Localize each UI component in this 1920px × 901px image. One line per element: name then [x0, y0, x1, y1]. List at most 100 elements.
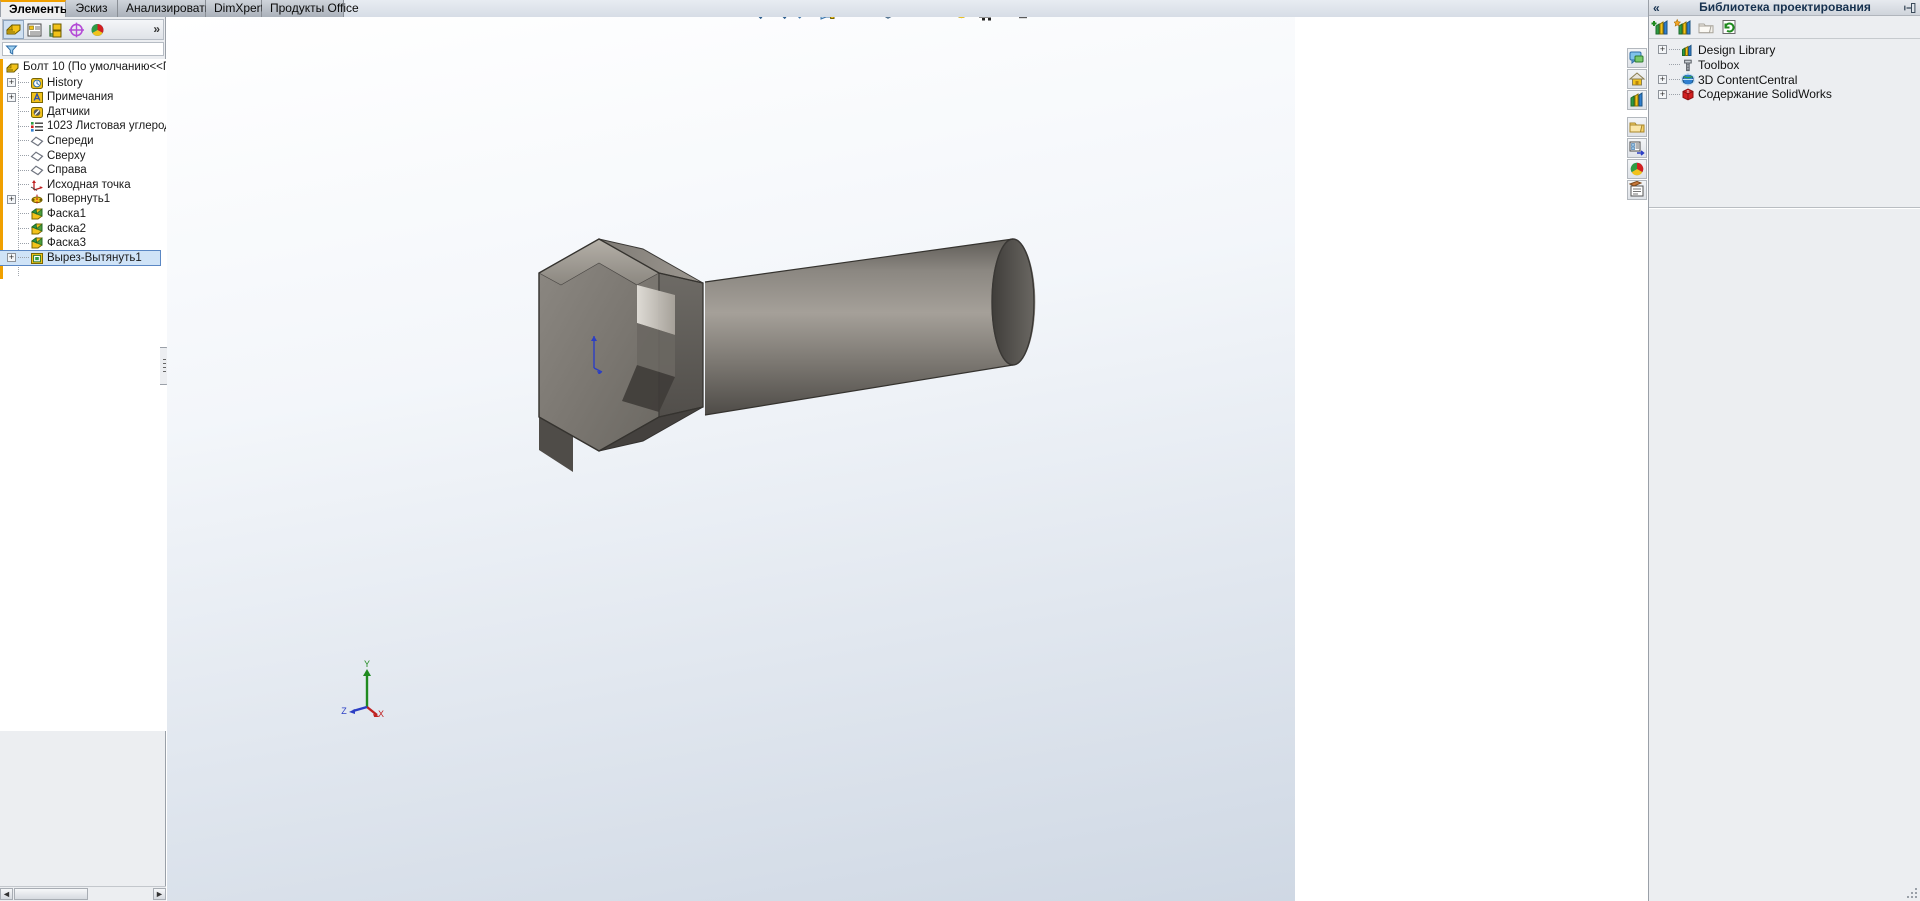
add-file-location-icon: [1673, 18, 1691, 35]
feature-tree-item-label: Фаска2: [47, 222, 86, 235]
feature-tree-item[interactable]: Исходная точка: [0, 178, 166, 193]
feature-tree-item[interactable]: + Повернуть1: [0, 192, 166, 207]
feature-tree-item[interactable]: Спереди: [0, 134, 166, 149]
design-library-tree-item[interactable]: +3D ContentCentral: [1649, 72, 1920, 87]
tree-connector: [18, 257, 29, 259]
origin-icon: [30, 179, 44, 191]
tree-connector: [1669, 64, 1680, 66]
feature-tree-item-label: Фаска1: [47, 207, 86, 220]
task-pane-appearances-button[interactable]: [1627, 159, 1647, 179]
feature-tree-item[interactable]: + History: [0, 76, 166, 91]
scroll-right-arrow[interactable]: ►: [153, 888, 166, 900]
expand-toggle[interactable]: +: [1658, 89, 1667, 99]
expand-toggle[interactable]: +: [7, 92, 16, 102]
create-new-folder-button[interactable]: [1697, 18, 1716, 37]
command-manager-tab-5[interactable]: Продукты Office: [262, 0, 359, 17]
feature-tree-horizontal-scrollbar[interactable]: ◄ ►: [0, 886, 166, 901]
triad-x-label: X: [378, 709, 384, 717]
design-library-tree-item[interactable]: + Design Library: [1649, 42, 1920, 57]
design-library-item-label: Design Library: [1698, 42, 1776, 57]
add-to-library-button[interactable]: [1651, 18, 1670, 37]
bolt-3d-model[interactable]: [167, 17, 1295, 901]
task-pane-design-library-button[interactable]: [1627, 90, 1647, 110]
feature-manager-design-tree[interactable]: Болт 10 (По умолчанию<<По у + History + Прим…: [0, 59, 166, 731]
configuration-manager-tab[interactable]: [45, 20, 66, 39]
feature-tree-item[interactable]: Фаска3: [0, 236, 166, 251]
feature-tree-filter-input[interactable]: [2, 42, 164, 56]
feature-tree-item-label: Фаска3: [47, 237, 86, 250]
feature-tree-item[interactable]: Сверху: [0, 149, 166, 164]
command-manager-tab-3[interactable]: Анализировать: [118, 0, 211, 17]
design-library-tree-item[interactable]: + S Содержание SolidWorks: [1649, 86, 1920, 101]
triad-y-label: Y: [364, 659, 370, 669]
design-library-tree-item[interactable]: Toolbox: [1649, 57, 1920, 72]
task-pane-file-explorer-button[interactable]: [1627, 117, 1647, 137]
property-manager-tab[interactable]: [24, 20, 45, 39]
tree-connector: [1669, 93, 1680, 95]
expand-toggle[interactable]: +: [1658, 45, 1667, 55]
plane-icon: [30, 135, 44, 147]
refresh-library-button[interactable]: [1720, 18, 1739, 37]
tree-connector: [1669, 49, 1680, 51]
dimxpert-manager-tab[interactable]: [66, 20, 87, 39]
design-library-item-label: 3D ContentCentral: [1698, 72, 1798, 87]
view-palette-icon: [1629, 141, 1645, 156]
new-folder-icon: [1698, 23, 1714, 34]
task-pane-custom-properties-button[interactable]: [1627, 180, 1647, 200]
task-pane-view-palette-button[interactable]: [1627, 138, 1647, 158]
add-file-location-button[interactable]: [1673, 18, 1693, 37]
tree-connector: [18, 213, 29, 215]
expand-toggle[interactable]: +: [1658, 74, 1667, 84]
scrollbar-thumb[interactable]: [14, 888, 88, 900]
graphics-area[interactable]: Y X Z: [167, 17, 1295, 901]
expand-toggle[interactable]: +: [7, 253, 16, 263]
tree-connector: [18, 155, 29, 156]
sensors-icon: [30, 106, 44, 118]
feature-tree-item[interactable]: Фаска2: [0, 222, 166, 237]
feature-tree-item[interactable]: Фаска1: [0, 207, 166, 222]
pin-icon[interactable]: [1904, 2, 1917, 14]
window-resize-grip[interactable]: [1905, 886, 1919, 900]
task-pane-tool-column: [1627, 48, 1647, 201]
command-manager-tab-strip: Элементы Эскиз Анализировать DimXpert Продук…: [0, 0, 1920, 17]
tree-connector: [18, 125, 29, 127]
feature-tree-item[interactable]: Болт 10 (По умолчанию<<По у: [0, 60, 166, 75]
expand-toggle[interactable]: +: [7, 78, 16, 87]
task-pane-solidworks-resources-button[interactable]: [1627, 48, 1647, 68]
design-library-tree[interactable]: + Design Library Toolbox +3D ContentCentral…: [1649, 40, 1920, 210]
design-library-title: Библиотека проектирования: [1699, 0, 1871, 14]
feature-tree-item-label: Справа: [47, 164, 87, 177]
feature-manager-design-tree-tab[interactable]: [3, 20, 24, 39]
part-icon: [6, 61, 20, 73]
feature-tree-item[interactable]: 1023 Листовая углеродистая: [0, 119, 166, 134]
feature-tree-item[interactable]: Датчики: [0, 105, 166, 120]
add-to-library-icon: [1651, 20, 1668, 35]
feature-tree-item-label: History: [47, 76, 83, 89]
tree-connector: [18, 82, 29, 83]
feature-tree-item[interactable]: + Примечания: [0, 90, 166, 105]
command-manager-tab-2[interactable]: Эскиз: [66, 0, 118, 17]
feature-tree-item[interactable]: Справа: [0, 163, 166, 178]
command-manager-tab-4[interactable]: DimXpert: [206, 0, 264, 17]
design-library-content-area[interactable]: [1649, 209, 1920, 901]
expand-toggle[interactable]: +: [7, 194, 16, 204]
scroll-left-arrow[interactable]: ◄: [0, 888, 13, 900]
design-library-icon: [1630, 92, 1643, 107]
annotations-icon: [30, 91, 44, 104]
svg-text:S: S: [1687, 89, 1690, 94]
extruded-cut-icon: [30, 252, 44, 264]
feature-tree-item-label: Вырез-Вытянуть1: [47, 251, 142, 264]
feature-manager-more-tabs-button[interactable]: »: [153, 22, 160, 36]
display-manager-tab[interactable]: [87, 20, 108, 39]
plane-icon: [30, 150, 44, 162]
task-pane-home-button[interactable]: [1627, 69, 1647, 89]
command-manager-tab-1[interactable]: Элементы: [0, 0, 70, 17]
feature-tree-item[interactable]: + Вырез-Вытянуть1: [0, 249, 161, 267]
plane-icon: [30, 164, 44, 176]
design-library-task-pane: « Библиотека проектирования + Design Lib…: [1648, 0, 1920, 901]
